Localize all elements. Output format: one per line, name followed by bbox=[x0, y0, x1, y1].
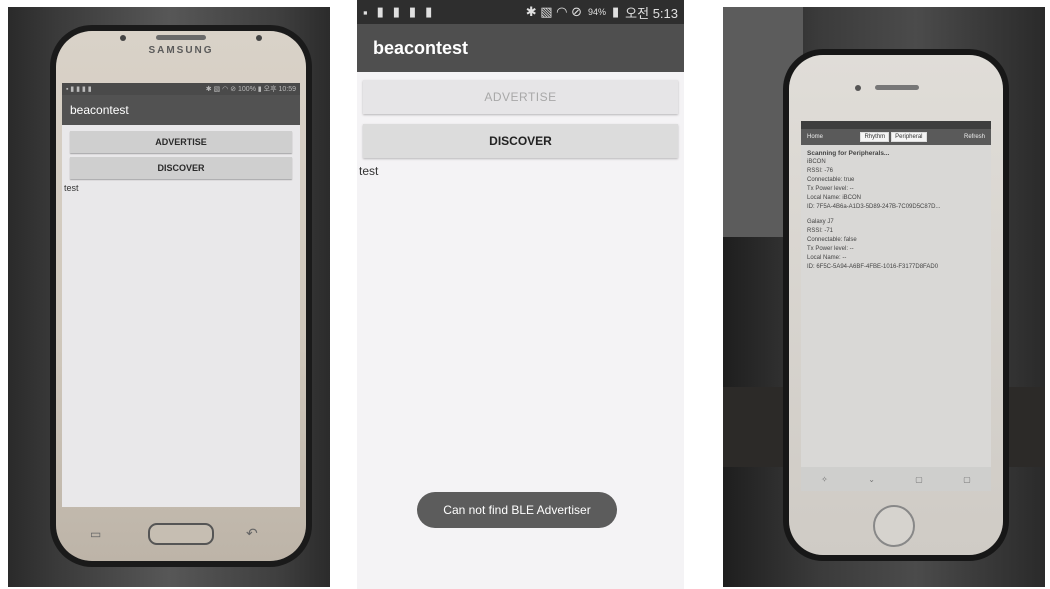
peripheral-line: RSSI: -76 bbox=[807, 168, 834, 174]
tab-settings-icon[interactable]: ▢ bbox=[963, 475, 971, 484]
samsung-advertise-button[interactable]: ADVERTISE bbox=[70, 131, 292, 153]
peripheral-line: Tx Power level: -- bbox=[807, 246, 854, 252]
samsung-status-left: ▪ ▮ ▮ ▮ ▮ bbox=[66, 86, 92, 93]
tab-scan-icon[interactable]: ✧ bbox=[821, 475, 828, 484]
battery-icon: ▮ bbox=[612, 4, 620, 19]
tab-log-icon[interactable]: ▢ bbox=[915, 475, 923, 484]
app-title: beacontest bbox=[357, 24, 684, 72]
peripheral-line: iBCON bbox=[807, 159, 826, 165]
peripheral-line: Connectable: true bbox=[807, 177, 855, 183]
battery-percent: 94% bbox=[587, 7, 606, 17]
usb-notification-icon: ▮ bbox=[425, 4, 433, 19]
iphone-tab-bar: ✧ ⌄ ▢ ▢ bbox=[801, 467, 991, 491]
peripheral-line: Local Name: iBCON bbox=[807, 195, 862, 201]
samsung-status-right: ✱ ▧ ◠ ⊘ 100% ▮ 오후 10:59 bbox=[205, 86, 296, 93]
message-notification-icon: ▪ bbox=[363, 4, 368, 20]
samsung-phone-top: SAMSUNG bbox=[56, 31, 306, 91]
iphone-nav-left[interactable]: Home bbox=[807, 134, 823, 140]
back-icon[interactable]: ↶ bbox=[246, 525, 258, 542]
status-bar-system: ✱ ▧ ◠ ⊘ 94% ▮ 오전 5:13 bbox=[526, 3, 678, 22]
iphone-seg-peripheral[interactable]: Peripheral bbox=[891, 132, 927, 142]
samsung-camera bbox=[256, 35, 262, 41]
peripheral-line: ID: 6F5C-5A94-A6BF-4FBE-1016-F3177D8FAD0 bbox=[807, 264, 939, 270]
output-text: test bbox=[359, 164, 379, 178]
iphone-camera bbox=[855, 85, 861, 91]
samsung-app-title: beacontest bbox=[62, 95, 300, 125]
samsung-status-bar: ▪ ▮ ▮ ▮ ▮ ✱ ▧ ◠ ⊘ 100% ▮ 오후 10:59 bbox=[62, 83, 300, 95]
iphone-scan-list: Scanning for Peripherals... iBCON RSSI: … bbox=[801, 145, 991, 276]
peripheral-1[interactable]: iBCON RSSI: -76 Connectable: true Tx Pow… bbox=[807, 158, 985, 212]
usb-notification-icon: ▮ bbox=[408, 4, 417, 19]
iphone-nav-bar: Home Rhythm Peripheral Refresh bbox=[801, 129, 991, 145]
toast-message: Can not find BLE Advertiser bbox=[417, 492, 617, 528]
samsung-screen: ▪ ▮ ▮ ▮ ▮ ✱ ▧ ◠ ⊘ 100% ▮ 오후 10:59 beacon… bbox=[62, 83, 300, 507]
peripheral-line: ID: 7F5A-4B6a-A1D3-5D89-247B-7C09D5C87D.… bbox=[807, 204, 941, 210]
usb-notification-icon: ▮ bbox=[392, 4, 400, 19]
home-button[interactable] bbox=[148, 523, 214, 545]
samsung-hardware-keys: ▭ ↶ bbox=[56, 515, 306, 555]
iphone-screen: Home Rhythm Peripheral Refresh Scanning … bbox=[801, 121, 991, 491]
samsung-discover-button[interactable]: DISCOVER bbox=[70, 157, 292, 179]
app-screenshot: ▪ ▮ ▮ ▮ ▮ ✱ ▧ ◠ ⊘ 94% ▮ 오전 5:13 beaconte… bbox=[357, 0, 684, 589]
peripheral-line: Galaxy J7 bbox=[807, 219, 834, 225]
iphone-photo: Home Rhythm Peripheral Refresh Scanning … bbox=[723, 7, 1045, 587]
peripheral-line: Tx Power level: -- bbox=[807, 186, 854, 192]
usb-notification-icon: ▮ bbox=[376, 4, 384, 19]
tab-peripheral-icon[interactable]: ⌄ bbox=[868, 475, 875, 484]
peripheral-line: Local Name: -- bbox=[807, 255, 847, 261]
peripheral-line: Connectable: false bbox=[807, 237, 857, 243]
iphone-nav-right[interactable]: Refresh bbox=[964, 134, 985, 140]
samsung-speaker bbox=[156, 35, 206, 40]
iphone-scan-heading: Scanning for Peripherals... bbox=[807, 150, 890, 157]
peripheral-2[interactable]: Galaxy J7 RSSI: -71 Connectable: false T… bbox=[807, 218, 985, 272]
samsung-sensor bbox=[120, 35, 126, 41]
iphone-segmented-control: Rhythm Peripheral bbox=[860, 132, 927, 142]
samsung-output-text: test bbox=[64, 183, 79, 193]
iphone-status-bar bbox=[801, 121, 991, 129]
recent-apps-icon[interactable]: ▭ bbox=[90, 527, 101, 541]
samsung-brand-logo: SAMSUNG bbox=[148, 45, 214, 56]
iphone: Home Rhythm Peripheral Refresh Scanning … bbox=[789, 55, 1003, 555]
samsung-phone: SAMSUNG ▪ ▮ ▮ ▮ ▮ ✱ ▧ ◠ ⊘ 100% ▮ 오후 10:5… bbox=[56, 31, 306, 561]
system-status-icons: ✱ ▧ ◠ ⊘ bbox=[525, 4, 582, 19]
status-bar: ▪ ▮ ▮ ▮ ▮ ✱ ▧ ◠ ⊘ 94% ▮ 오전 5:13 bbox=[357, 0, 684, 24]
iphone-speaker bbox=[875, 85, 919, 90]
samsung-phone-photo: SAMSUNG ▪ ▮ ▮ ▮ ▮ ✱ ▧ ◠ ⊘ 100% ▮ 오후 10:5… bbox=[8, 7, 330, 587]
iphone-home-button[interactable] bbox=[873, 505, 915, 547]
discover-button[interactable]: DISCOVER bbox=[363, 124, 678, 158]
clock: 오전 5:13 bbox=[625, 5, 678, 21]
advertise-button[interactable]: ADVERTISE bbox=[363, 80, 678, 114]
peripheral-line: RSSI: -71 bbox=[807, 228, 834, 234]
iphone-seg-rhythm[interactable]: Rhythm bbox=[860, 132, 890, 142]
status-bar-notifications: ▪ ▮ ▮ ▮ ▮ bbox=[363, 4, 432, 20]
